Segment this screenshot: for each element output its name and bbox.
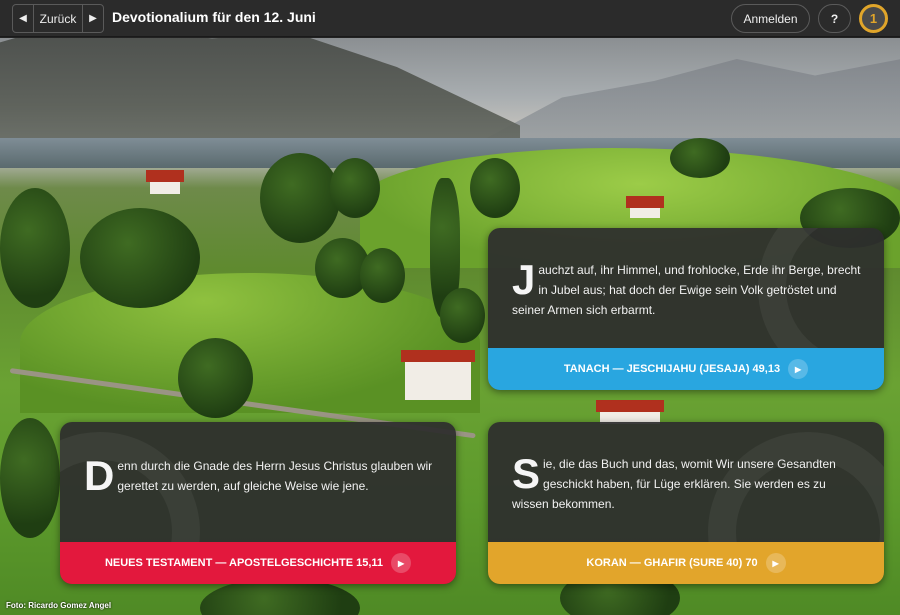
- tree: [80, 208, 200, 308]
- house-roof: [596, 400, 664, 412]
- play-icon: ▶: [788, 359, 809, 379]
- source-link-neues-testament[interactable]: NEUES TESTAMENT — APOSTELGESCHICHTE 15,1…: [60, 542, 456, 584]
- quote-text: Jauchzt auf, ihr Himmel, und frohlocke, …: [488, 228, 884, 320]
- help-button[interactable]: ?: [818, 4, 851, 33]
- navigation-group: ◀ Zurück ▶: [12, 4, 104, 33]
- house: [401, 350, 475, 400]
- tree: [178, 338, 253, 418]
- tree: [0, 418, 60, 538]
- quote-card-neues-testament: Denn durch die Gnade des Herrn Jesus Chr…: [60, 422, 456, 584]
- source-label: TANACH — JESCHIJAHU (JESAJA) 49,13: [563, 363, 781, 375]
- play-icon: ▶: [765, 553, 786, 573]
- tree: [470, 158, 520, 218]
- tree: [0, 188, 70, 308]
- tree: [260, 153, 340, 243]
- quote-card-koran: Sie, die das Buch und das, womit Wir uns…: [488, 422, 884, 584]
- back-button[interactable]: Zurück: [34, 12, 82, 26]
- quote-body: ie, die das Buch und das, womit Wir unse…: [512, 457, 836, 511]
- dropcap: S: [512, 450, 541, 497]
- quote-text: Denn durch die Gnade des Herrn Jesus Chr…: [60, 422, 456, 499]
- house-roof: [626, 196, 664, 208]
- house-roof: [146, 170, 184, 182]
- previous-day-button[interactable]: ◀: [13, 5, 33, 32]
- page-title: Devotionalium für den 12. Juni: [112, 9, 316, 25]
- logo[interactable]: 1: [859, 4, 888, 33]
- top-bar: ◀ Zurück ▶ Devotionalium für den 12. Jun…: [0, 0, 900, 37]
- house: [146, 170, 184, 194]
- quote-card-tanach: Jauchzt auf, ihr Himmel, und frohlocke, …: [488, 228, 884, 390]
- tree: [670, 138, 730, 178]
- quote-body: auchzt auf, ihr Himmel, und frohlocke, E…: [512, 263, 861, 317]
- arrow-right-icon: ▶: [89, 13, 97, 24]
- photo-credit: Foto: Ricardo Gomez Angel: [6, 601, 112, 610]
- login-button[interactable]: Anmelden: [731, 4, 810, 33]
- house-roof: [401, 350, 475, 362]
- arrow-left-icon: ◀: [19, 13, 27, 24]
- house: [626, 196, 664, 218]
- quote-body: enn durch die Gnade des Herrn Jesus Chri…: [117, 459, 433, 493]
- dropcap: D: [84, 452, 115, 499]
- tree: [330, 158, 380, 218]
- quote-text: Sie, die das Buch und das, womit Wir uns…: [488, 422, 884, 514]
- play-icon: ▶: [391, 553, 412, 573]
- source-label: KORAN — GHAFIR (SURE 40) 70: [586, 557, 758, 569]
- source-link-koran[interactable]: KORAN — GHAFIR (SURE 40) 70 ▶: [488, 542, 884, 584]
- source-link-tanach[interactable]: TANACH — JESCHIJAHU (JESAJA) 49,13 ▶: [488, 348, 884, 390]
- dropcap: J: [512, 256, 536, 303]
- next-day-button[interactable]: ▶: [83, 5, 103, 32]
- source-label: NEUES TESTAMENT — APOSTELGESCHICHTE 15,1…: [104, 557, 384, 569]
- tree: [360, 248, 405, 303]
- tree: [440, 288, 485, 343]
